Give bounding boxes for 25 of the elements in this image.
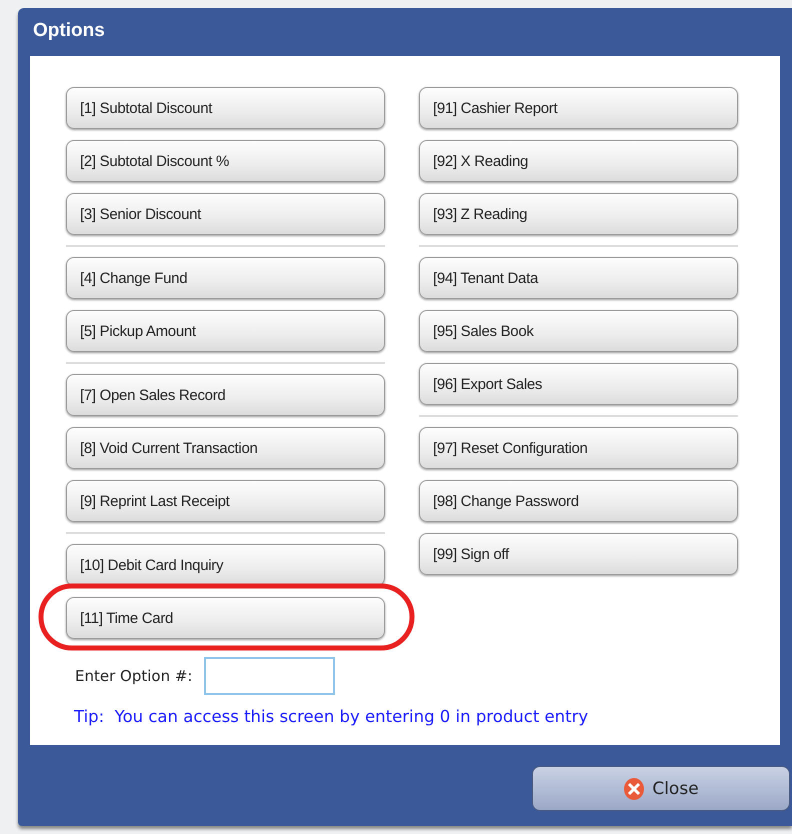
option-button[interactable]: [97] Reset Configuration xyxy=(419,427,738,469)
tip-text: Tip: You can access this screen by entering 0 in product entry xyxy=(74,707,590,726)
option-button[interactable]: [1] Subtotal Discount xyxy=(66,87,385,129)
option-button[interactable]: [98] Change Password xyxy=(419,480,738,522)
option-button[interactable]: [92] X Reading xyxy=(419,140,738,182)
window-title: Options xyxy=(32,19,105,42)
option-button[interactable]: [99] Sign off xyxy=(419,533,738,575)
option-button[interactable]: [5] Pickup Amount xyxy=(66,310,385,352)
option-button[interactable]: [93] Z Reading xyxy=(419,193,738,235)
option-button[interactable]: [95] Sales Book xyxy=(419,310,738,352)
option-button[interactable]: [2] Subtotal Discount % xyxy=(66,140,385,182)
option-button[interactable]: [94] Tenant Data xyxy=(419,257,738,299)
option-label: Enter Option #: xyxy=(75,667,192,685)
option-button[interactable]: [11] Time Card xyxy=(66,597,385,639)
option-button[interactable]: [9] Reprint Last Receipt xyxy=(66,480,385,522)
option-button[interactable]: [7] Open Sales Record xyxy=(66,374,385,416)
close-button[interactable]: Close xyxy=(532,766,790,811)
option-input[interactable] xyxy=(204,657,336,695)
option-button[interactable]: [4] Change Fund xyxy=(66,257,385,299)
option-button[interactable]: [10] Debit Card Inquiry xyxy=(66,544,385,586)
option-button[interactable]: [96] Export Sales xyxy=(419,363,738,405)
option-button[interactable]: [8] Void Current Transaction xyxy=(66,427,385,469)
option-button[interactable]: [3] Senior Discount xyxy=(66,193,385,235)
option-button[interactable]: [91] Cashier Report xyxy=(419,87,738,129)
close-icon xyxy=(623,776,646,800)
